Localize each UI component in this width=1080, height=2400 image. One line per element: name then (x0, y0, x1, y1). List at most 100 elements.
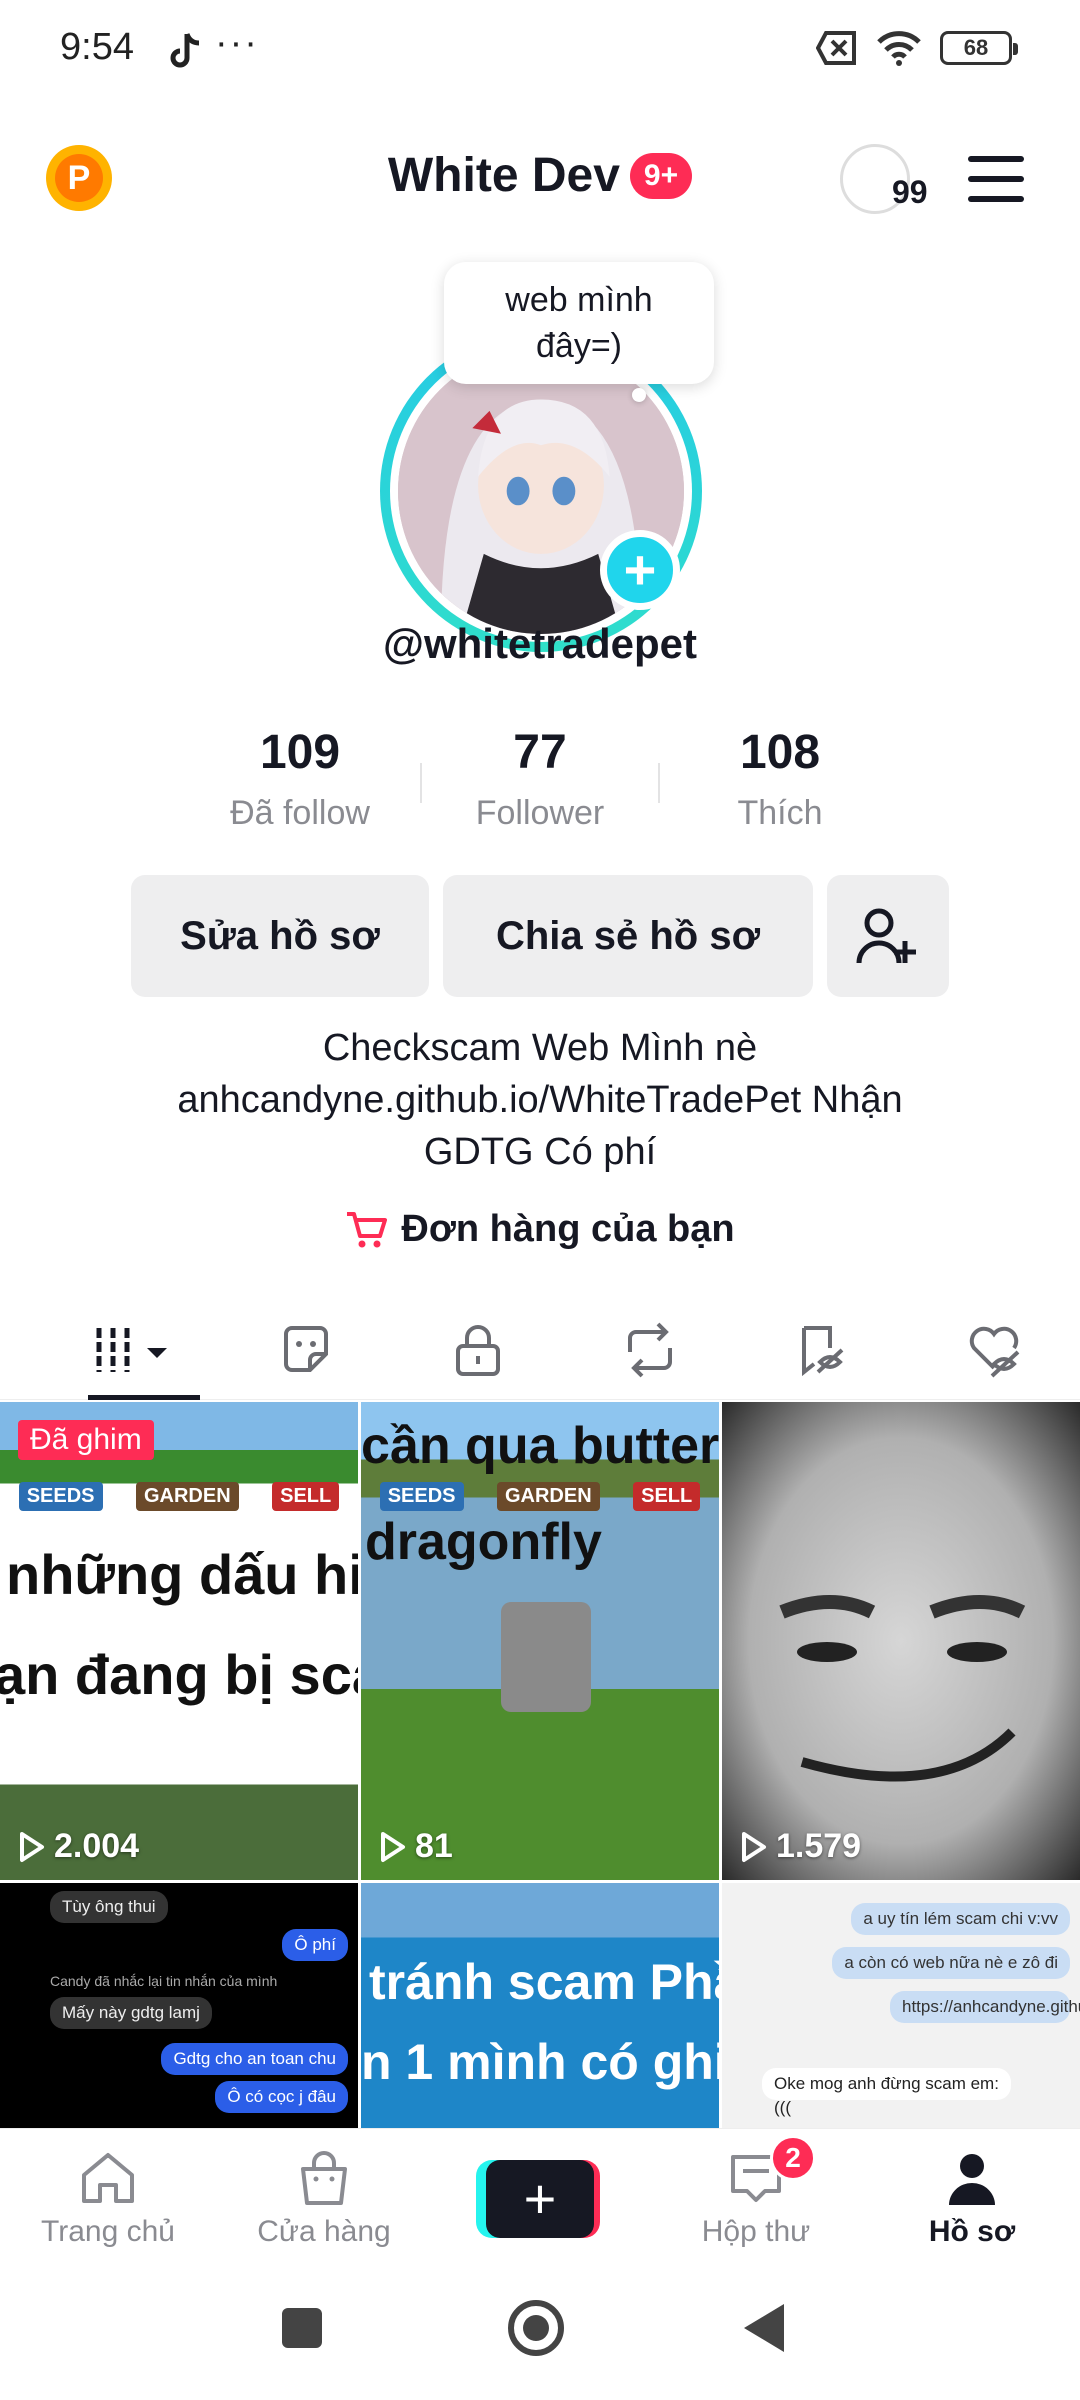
chat-message: ((( (774, 2098, 791, 2117)
stat-value: 109 (259, 726, 341, 779)
stat-label: Follower (475, 794, 605, 832)
play-icon (381, 1831, 405, 1862)
username: @whitetradepet (383, 620, 697, 667)
game-chip: SELL (633, 1482, 701, 1511)
story-count: 99 (892, 174, 928, 210)
view-count: 81 (379, 1827, 453, 1866)
edit-profile-button[interactable]: Sửa hồ sơ (131, 875, 429, 997)
game-chip: SEEDS (18, 1482, 103, 1511)
video-caption-line: ạn đang bị scam (0, 1643, 358, 1706)
grid-icon (96, 1328, 167, 1372)
chat-message: Mấy này gdtg lamj (50, 1997, 212, 2029)
video-thumbnail[interactable]: a uy tín lém scam chi v:vv a còn có web … (722, 1883, 1080, 2128)
notification-badge: 9+ (629, 152, 693, 199)
add-friend-button[interactable] (827, 875, 949, 997)
view-count-value: 2.004 (54, 1827, 140, 1865)
tab-reposts[interactable] (564, 1300, 736, 1400)
video-caption-line: tránh scam Phầ (369, 1954, 719, 2010)
chat-message: Tùy ông thui (50, 1891, 168, 1923)
chat-message: Ô phí (282, 1929, 348, 1961)
game-chip: SELL (272, 1482, 340, 1511)
bottom-navigation: Trang chủ Cửa hàng + 2 Hộp thư Hồ sơ (0, 2128, 1080, 2268)
tab-liked[interactable] (908, 1300, 1080, 1400)
nav-create[interactable]: + (432, 2129, 648, 2269)
chat-message: a uy tín lém scam chi v:vv (851, 1903, 1070, 1935)
note-bubble-tail (632, 388, 646, 402)
repost-icon (628, 1322, 672, 1378)
hamburger-menu-icon[interactable] (968, 156, 1024, 202)
chat-system-note: Candy đã nhắc lại tin nhắn của mình (50, 1973, 278, 1989)
game-menu-bar: SEEDS GARDEN SELL (0, 1482, 358, 1511)
recent-apps-button[interactable] (282, 2308, 322, 2348)
profile-stats: 109 Đã follow 77 Follower 108 Thích (180, 725, 900, 845)
tab-private[interactable] (392, 1300, 564, 1400)
chat-message: Gdtg cho an toan chu (161, 2043, 348, 2075)
video-caption-line: cần qua butter (361, 1417, 719, 1475)
view-count: 2.004 (18, 1827, 139, 1866)
chat-message: Ô có cọc j đâu (215, 2081, 348, 2113)
stat-followers[interactable]: 77 Follower (420, 725, 660, 845)
cart-icon (347, 1211, 388, 1247)
share-profile-button[interactable]: Chia sẻ hồ sơ (443, 875, 813, 997)
heart-hidden-icon (969, 1326, 1020, 1378)
pinned-badge: Đã ghim (18, 1420, 154, 1460)
nav-home[interactable]: Trang chủ (0, 2129, 216, 2269)
tiktok-notification-icon (170, 33, 200, 68)
add-user-icon (856, 908, 916, 964)
video-caption-line: dragonfly (365, 1513, 602, 1571)
inbox-badge: 2 (770, 2135, 816, 2181)
system-navigation-bar (0, 2268, 1080, 2400)
video-caption-line: những dấu hiệu (6, 1543, 358, 1606)
display-name: White Dev (387, 149, 620, 202)
bookmark-hidden-icon (802, 1326, 844, 1377)
game-chip: GARDEN (135, 1482, 239, 1511)
video-thumbnail[interactable]: Tùy ông thui Ô phí Candy đã nhắc lại tin… (0, 1883, 358, 2128)
lock-icon (456, 1325, 500, 1376)
note-bubble[interactable]: web mình đây=) (444, 262, 714, 384)
status-time: 9:54 (60, 26, 134, 68)
bio-link[interactable]: anhcandyne.github.io/WhiteTradePet Nhận (80, 1074, 1000, 1126)
nav-label: Cửa hàng (257, 2215, 391, 2248)
chat-message: Oke mog anh đừng scam em: (762, 2068, 1011, 2100)
stat-value: 108 (739, 726, 821, 779)
video-grid: Đã ghim SEEDS GARDEN SELL những dấu hiệu… (0, 1402, 1080, 2128)
tab-videos[interactable] (48, 1300, 220, 1400)
meme-face-image (779, 1595, 1026, 1782)
play-icon (20, 1831, 44, 1862)
profile-icon (949, 2154, 995, 2205)
game-chip: SEEDS (379, 1482, 464, 1511)
video-thumbnail[interactable]: 1.579 (722, 1402, 1080, 1880)
nav-label: Hồ sơ (928, 2215, 1016, 2248)
bio-line: Checkscam Web Mình nè (322, 1027, 758, 1069)
video-thumbnail[interactable]: Đã ghim SEEDS GARDEN SELL những dấu hiệu… (0, 1402, 358, 1880)
view-count-value: 81 (415, 1827, 453, 1865)
add-avatar-button[interactable]: + (600, 530, 680, 610)
view-count-value: 1.579 (776, 1827, 862, 1865)
battery-indicator: 68 (940, 31, 1018, 65)
nav-shop[interactable]: Cửa hàng (216, 2129, 432, 2269)
video-thumbnail[interactable]: cần qua butter SEEDS GARDEN SELL dragonf… (361, 1402, 719, 1880)
video-caption-line: n 1 mình có ghi (361, 2034, 719, 2090)
stat-following[interactable]: 109 Đã follow (180, 725, 420, 845)
view-count: 1.579 (740, 1827, 861, 1866)
orders-label: Đơn hàng của bạn (401, 1208, 735, 1250)
play-icon (742, 1831, 766, 1862)
stat-divider (420, 763, 422, 803)
no-sim-icon (816, 31, 856, 65)
nav-label: Hộp thư (701, 2215, 811, 2248)
orders-link[interactable]: Đơn hàng của bạn (0, 1208, 1080, 1251)
nav-inbox[interactable]: 2 Hộp thư (648, 2129, 864, 2269)
game-menu-bar: SEEDS GARDEN SELL (361, 1482, 719, 1511)
tab-stickers[interactable] (220, 1300, 392, 1400)
back-button[interactable] (744, 2304, 784, 2352)
create-icon: + (476, 2160, 600, 2238)
home-button[interactable] (508, 2300, 564, 2356)
tab-favorites[interactable] (736, 1300, 908, 1400)
profile-header: P White Dev 9+ 99 (0, 130, 1080, 230)
video-thumbnail[interactable]: tránh scam Phầ n 1 mình có ghi (361, 1883, 719, 2128)
nav-profile[interactable]: Hồ sơ (864, 2129, 1080, 2269)
stat-likes[interactable]: 108 Thích (660, 725, 900, 845)
stat-value: 77 (513, 726, 567, 779)
content-tabs (0, 1300, 1080, 1400)
game-chip: GARDEN (496, 1482, 600, 1511)
